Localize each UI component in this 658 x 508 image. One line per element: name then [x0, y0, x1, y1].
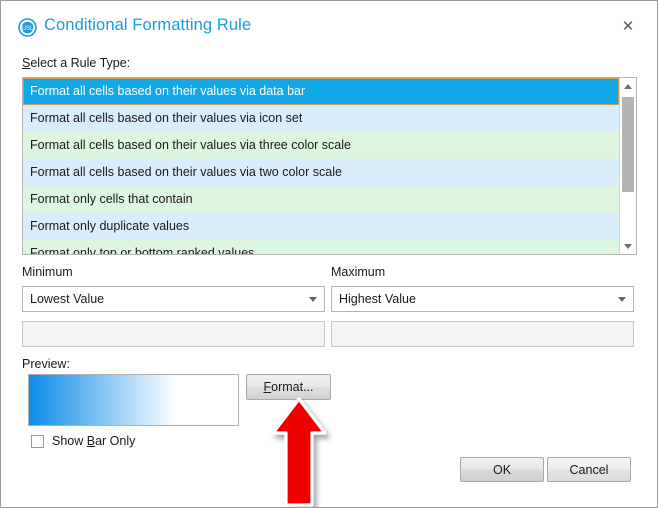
- maximum-type-select[interactable]: Highest Value: [331, 286, 634, 312]
- minimum-type-value: Lowest Value: [30, 292, 105, 306]
- show-bar-only-label-accel: B: [86, 434, 96, 448]
- scroll-up-icon[interactable]: [620, 78, 636, 94]
- rule-type-item-0[interactable]: Format all cells based on their values v…: [23, 78, 619, 105]
- triangle-up-icon: [624, 83, 632, 89]
- rule-type-item-6[interactable]: Format only top or bottom ranked values: [23, 240, 619, 254]
- maximum-value-input[interactable]: [331, 321, 634, 347]
- chevron-down-icon[interactable]: [611, 296, 633, 302]
- show-bar-only-label: Show Bar Only: [52, 434, 135, 448]
- conditional-formatting-rule-dialog: USL Conditional Formatting Rule ✕ Select…: [0, 0, 658, 508]
- show-bar-only-checkbox[interactable]: Show Bar Only: [31, 434, 135, 448]
- rule-type-item-5[interactable]: Format only duplicate values: [23, 213, 619, 240]
- rule-type-label: Select a Rule Type:: [22, 56, 130, 70]
- close-icon[interactable]: ✕: [609, 13, 647, 39]
- ok-button[interactable]: OK: [460, 457, 544, 482]
- show-bar-only-label-before: Show: [52, 434, 87, 448]
- preview-databar-gradient: [29, 375, 177, 425]
- rule-type-item-4[interactable]: Format only cells that contain: [23, 186, 619, 213]
- preview-label: Preview:: [22, 357, 70, 371]
- cancel-button[interactable]: Cancel: [547, 457, 631, 482]
- rule-type-item-3[interactable]: Format all cells based on their values v…: [23, 159, 619, 186]
- rule-list-scrollbar[interactable]: [619, 78, 636, 254]
- show-bar-only-label-after: ar Only: [95, 434, 136, 448]
- chevron-down-icon[interactable]: [302, 296, 324, 302]
- rule-type-list[interactable]: Format all cells based on their values v…: [23, 78, 619, 254]
- rule-type-item-1[interactable]: Format all cells based on their values v…: [23, 105, 619, 132]
- format-button-rest: ormat...: [271, 380, 314, 394]
- format-button-accel: F: [263, 380, 272, 394]
- minimum-label: Minimum: [22, 265, 73, 279]
- triangle-down-icon: [624, 243, 632, 249]
- preview-databar-box: [28, 374, 239, 426]
- svg-text:USL: USL: [22, 26, 34, 32]
- format-button[interactable]: Format...: [246, 374, 331, 400]
- dialog-title: Conditional Formatting Rule: [44, 16, 252, 34]
- app-logo-icon: USL: [18, 18, 37, 37]
- maximum-type-value: Highest Value: [339, 292, 416, 306]
- scrollbar-thumb[interactable]: [622, 97, 634, 192]
- rule-type-listbox[interactable]: Format all cells based on their values v…: [22, 77, 637, 255]
- annotation-arrow-icon: [271, 397, 327, 507]
- maximum-label: Maximum: [331, 265, 386, 279]
- rule-type-label-rest: elect a Rule Type:: [30, 56, 131, 70]
- scroll-down-icon[interactable]: [620, 238, 636, 254]
- minimum-value-input[interactable]: [22, 321, 325, 347]
- triangle-down-glyph: [618, 296, 626, 302]
- rule-type-item-2[interactable]: Format all cells based on their values v…: [23, 132, 619, 159]
- checkbox-box-icon[interactable]: [31, 434, 44, 448]
- dialog-titlebar: USL Conditional Formatting Rule ✕: [1, 1, 657, 47]
- minimum-type-select[interactable]: Lowest Value: [22, 286, 325, 312]
- triangle-down-glyph: [309, 296, 317, 302]
